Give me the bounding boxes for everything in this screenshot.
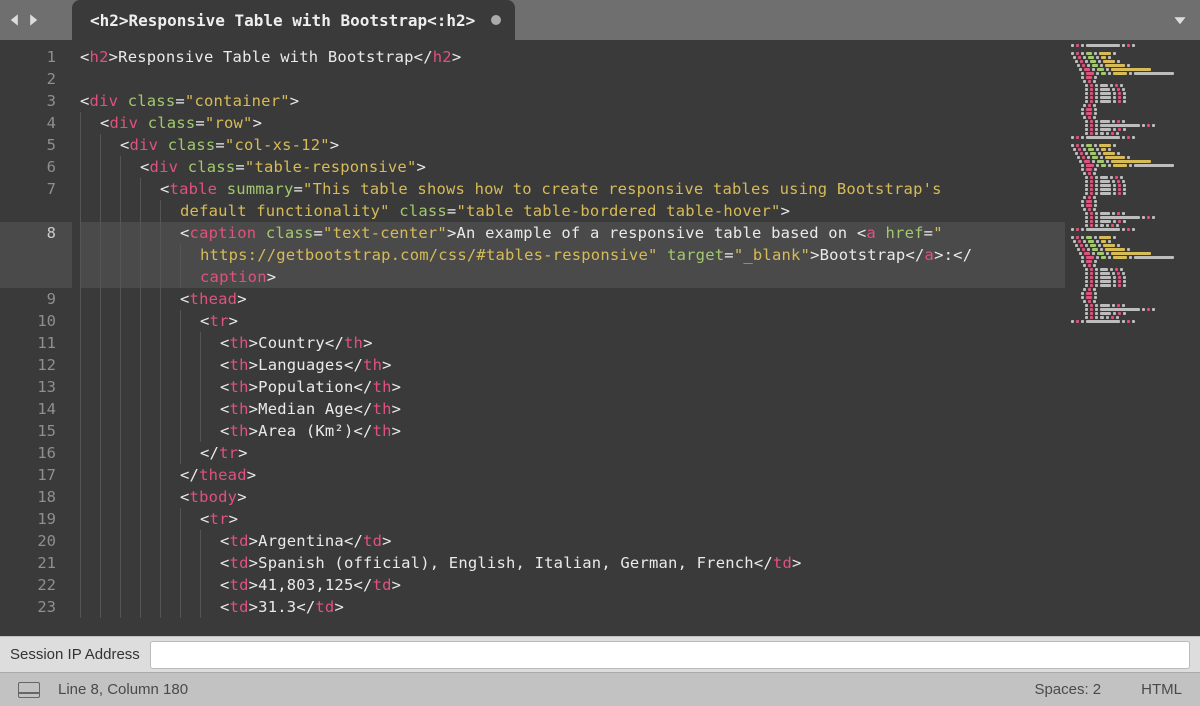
code-line[interactable]: <thead>	[80, 288, 1200, 310]
code-line[interactable]: caption>	[80, 266, 1200, 288]
code-line[interactable]: <div class="table-responsive">	[80, 156, 1200, 178]
code-line[interactable]: <th>Country</th>	[80, 332, 1200, 354]
nav-back-icon[interactable]	[6, 0, 24, 40]
tab-active[interactable]: <h2>Responsive Table with Bootstrap<:h2>	[72, 0, 515, 40]
line-number[interactable]: 21	[0, 552, 56, 574]
dirty-indicator-icon	[491, 15, 501, 25]
session-ip-row: Session IP Address	[0, 636, 1200, 672]
line-number[interactable]: 3	[0, 90, 56, 112]
status-indent[interactable]: Spaces: 2	[1034, 681, 1101, 698]
code-line[interactable]: <td>Argentina</td>	[80, 530, 1200, 552]
line-number[interactable]: 9	[0, 288, 56, 310]
line-number[interactable]: 12	[0, 354, 56, 376]
code-line[interactable]: default functionality" class="table tabl…	[80, 200, 1200, 222]
line-number[interactable]: 7	[0, 178, 56, 222]
line-number[interactable]: 23	[0, 596, 56, 618]
status-syntax[interactable]: HTML	[1141, 681, 1182, 698]
editor[interactable]: 1234567891011121314151617181920212223 <h…	[0, 40, 1200, 636]
line-number[interactable]: 1	[0, 46, 56, 68]
panel-icon[interactable]	[18, 682, 40, 698]
line-number[interactable]: 8	[0, 222, 72, 288]
line-number[interactable]: 22	[0, 574, 56, 596]
code-line[interactable]: <caption class="text-center">An example …	[80, 222, 1200, 244]
status-bar: Line 8, Column 180 Spaces: 2 HTML	[0, 672, 1200, 706]
more-tabs-icon[interactable]	[1160, 0, 1200, 40]
code-line[interactable]: <h2>Responsive Table with Bootstrap</h2>	[80, 46, 1200, 68]
session-ip-input[interactable]	[150, 641, 1190, 669]
line-number[interactable]: 16	[0, 442, 56, 464]
tab-bar: <h2>Responsive Table with Bootstrap<:h2>	[0, 0, 1200, 40]
line-number[interactable]: 2	[0, 68, 56, 90]
code-line[interactable]	[80, 68, 1200, 90]
line-number[interactable]: 19	[0, 508, 56, 530]
session-ip-label: Session IP Address	[10, 646, 140, 663]
line-number[interactable]: 4	[0, 112, 56, 134]
line-number[interactable]: 14	[0, 398, 56, 420]
code-line[interactable]: <tbody>	[80, 486, 1200, 508]
code-line[interactable]: <table summary="This table shows how to …	[80, 178, 1200, 200]
line-number[interactable]: 17	[0, 464, 56, 486]
code-line[interactable]: </tr>	[80, 442, 1200, 464]
code-line[interactable]: <div class="container">	[80, 90, 1200, 112]
code-area[interactable]: <h2>Responsive Table with Bootstrap</h2>…	[72, 40, 1200, 636]
line-number[interactable]: 15	[0, 420, 56, 442]
status-cursor[interactable]: Line 8, Column 180	[58, 681, 188, 698]
line-number[interactable]: 10	[0, 310, 56, 332]
code-line[interactable]: <div class="col-xs-12">	[80, 134, 1200, 156]
code-line[interactable]: <th>Area (Km²)</th>	[80, 420, 1200, 442]
line-number[interactable]: 13	[0, 376, 56, 398]
line-number[interactable]: 20	[0, 530, 56, 552]
line-number[interactable]: 18	[0, 486, 56, 508]
code-line[interactable]: <td>31.3</td>	[80, 596, 1200, 618]
line-number[interactable]: 6	[0, 156, 56, 178]
code-line[interactable]: https://getbootstrap.com/css/#tables-res…	[80, 244, 1200, 266]
minimap[interactable]	[1065, 40, 1200, 636]
code-line[interactable]: <td>Spanish (official), English, Italian…	[80, 552, 1200, 574]
code-line[interactable]: <div class="row">	[80, 112, 1200, 134]
line-number[interactable]: 11	[0, 332, 56, 354]
code-line[interactable]: </thead>	[80, 464, 1200, 486]
code-line[interactable]: <th>Population</th>	[80, 376, 1200, 398]
code-line[interactable]: <tr>	[80, 508, 1200, 530]
code-line[interactable]: <th>Median Age</th>	[80, 398, 1200, 420]
gutter: 1234567891011121314151617181920212223	[0, 40, 72, 636]
code-line[interactable]: <th>Languages</th>	[80, 354, 1200, 376]
nav-forward-icon[interactable]	[24, 0, 42, 40]
line-number[interactable]: 5	[0, 134, 56, 156]
tab-title: <h2>Responsive Table with Bootstrap<:h2>	[90, 11, 475, 30]
code-line[interactable]: <tr>	[80, 310, 1200, 332]
code-line[interactable]: <td>41,803,125</td>	[80, 574, 1200, 596]
